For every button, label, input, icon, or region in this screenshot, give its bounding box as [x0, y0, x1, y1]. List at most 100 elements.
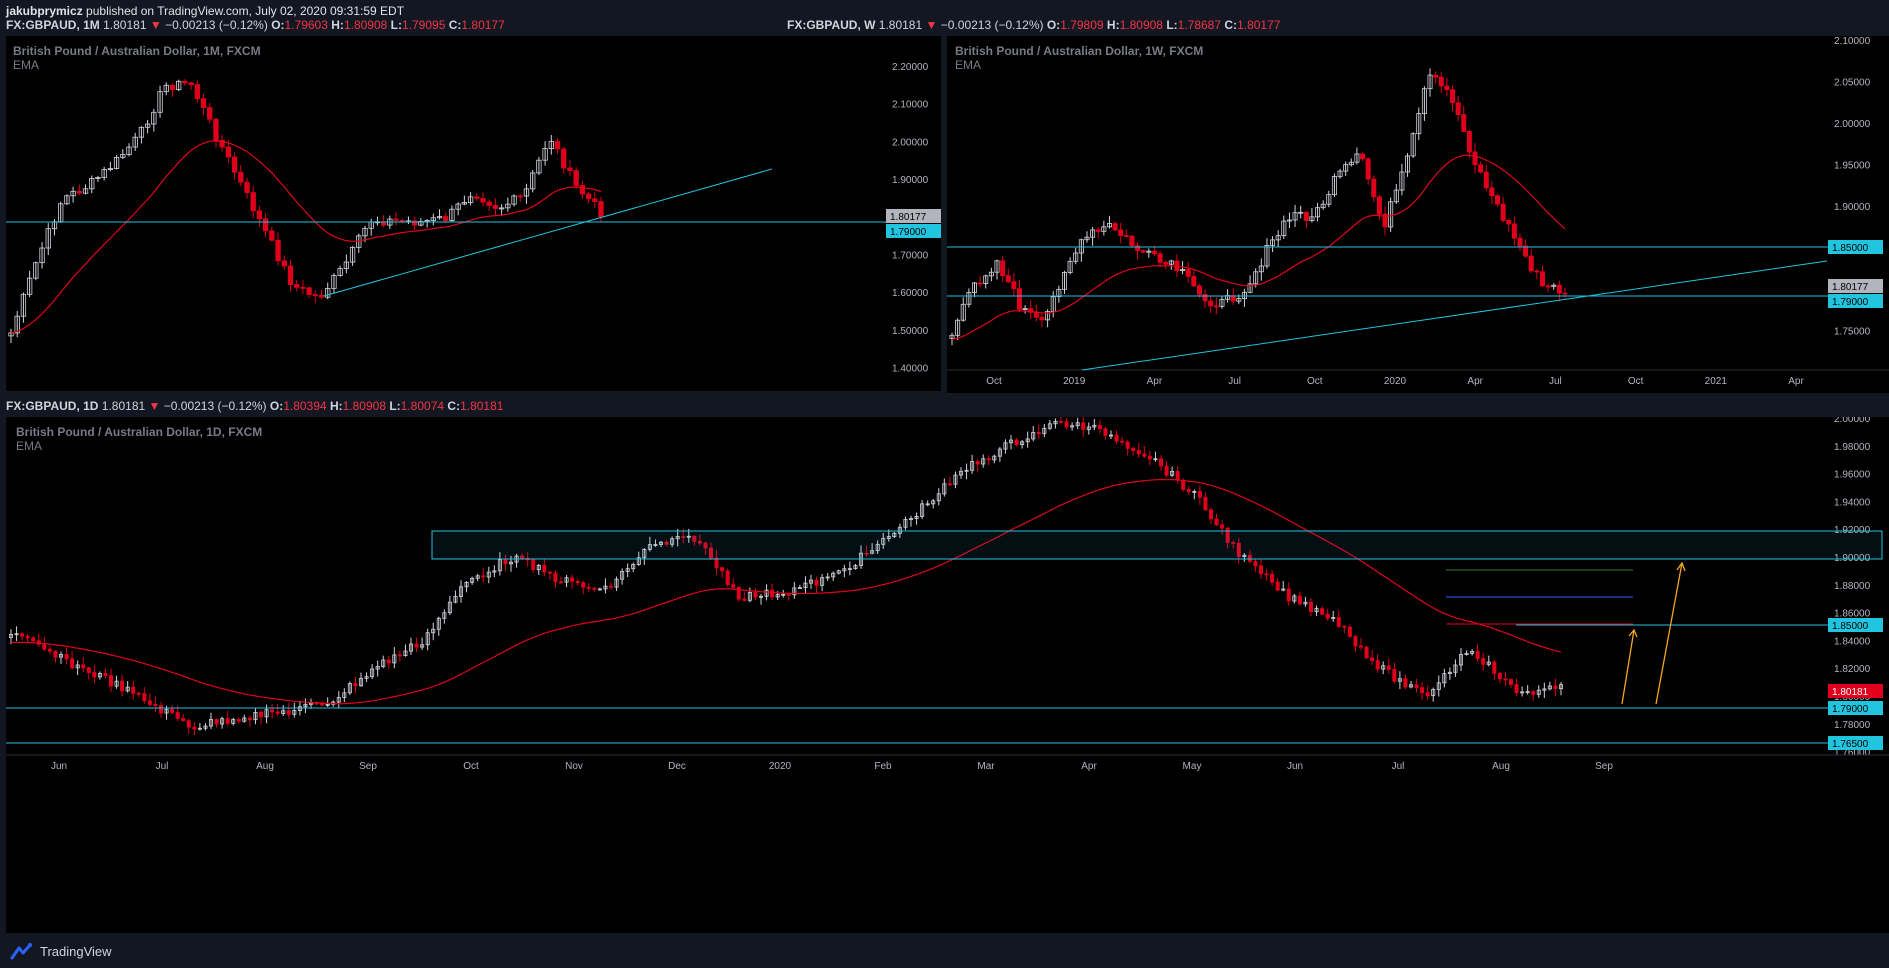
price-axis-label: 1.90000	[892, 175, 929, 186]
price-axis-label: 2.20000	[892, 62, 929, 73]
candle-body	[554, 141, 561, 150]
candle-body	[1553, 685, 1558, 690]
candle-body	[1253, 561, 1258, 567]
candle-body	[947, 483, 952, 486]
price-axis-label: 2.00000	[892, 137, 929, 148]
candle-body	[567, 167, 573, 171]
candle-body	[250, 192, 256, 212]
author-name[interactable]: jakubprymicz	[6, 4, 83, 18]
candle-body	[753, 592, 758, 598]
candle-body	[1376, 196, 1382, 215]
time-axis-label: Oct	[1628, 376, 1644, 387]
candle-body	[1375, 660, 1380, 670]
price-tag-label: 1.79000	[890, 227, 927, 238]
candle-body	[1208, 300, 1214, 307]
candle-body	[236, 719, 241, 722]
weekly-symbol[interactable]: FX:GBPAUD, W	[787, 18, 875, 32]
candle-body	[76, 190, 82, 194]
monthly-legend: FX:GBPAUD, 1M 1.80181 ▼ −0.00213 (−0.12%…	[6, 18, 505, 32]
candle-body	[1103, 428, 1108, 436]
price-tag-label: 1.80177	[1832, 282, 1869, 293]
monthly-chart[interactable]: 2.200002.100002.000001.900001.800001.700…	[6, 36, 941, 393]
time-axis-label: Oct	[1307, 376, 1323, 387]
time-axis-label: Jul	[1228, 376, 1241, 387]
arrow-up-2	[1655, 562, 1683, 705]
candle-body	[281, 260, 287, 267]
time-axis-label: 2021	[1705, 376, 1728, 387]
price-axis-label: 1.82000	[1834, 664, 1871, 675]
candle-body	[1016, 288, 1022, 310]
candle-body	[1365, 158, 1371, 180]
candle-body	[977, 282, 983, 285]
price-axis-label: 1.94000	[1834, 497, 1871, 508]
candle-body	[1259, 565, 1264, 575]
candle-body	[1444, 85, 1450, 91]
candle-body	[1509, 679, 1514, 685]
candle-body	[1534, 270, 1540, 273]
candle-body	[714, 557, 719, 569]
candle-body	[231, 156, 238, 173]
candle-body	[1147, 455, 1152, 460]
ema-line	[10, 140, 602, 334]
monthly-symbol[interactable]: FX:GBPAUD, 1M	[6, 18, 100, 32]
time-axis-label: May	[1183, 761, 1202, 772]
candle-body	[294, 284, 300, 288]
time-axis-label: 2020	[769, 761, 792, 772]
candle-body	[1364, 646, 1369, 659]
weekly-chart-pane[interactable]: British Pound / Australian Dollar, 1W, F…	[947, 36, 1889, 393]
candle-body	[1309, 601, 1314, 613]
candle-body	[486, 201, 492, 206]
candle-body	[186, 720, 191, 728]
candle-body	[386, 659, 391, 664]
price-axis-label: 1.50000	[892, 326, 929, 337]
candle-body	[1420, 687, 1425, 694]
candle-body	[1360, 153, 1366, 160]
candle-body	[286, 710, 291, 715]
candle-body	[169, 84, 176, 91]
daily-symbol[interactable]: FX:GBPAUD, 1D	[6, 399, 98, 413]
candle-body	[1353, 635, 1358, 647]
candle-body	[306, 287, 312, 295]
price-tag-label: 1.80181	[1832, 687, 1869, 698]
price-tag-label: 1.80177	[890, 212, 927, 223]
candle-body	[225, 146, 232, 158]
daily-chart-pane[interactable]: British Pound / Australian Dollar, 1D, F…	[6, 417, 1889, 933]
candle-body	[1151, 250, 1157, 255]
candle-body	[353, 683, 358, 687]
tradingview-logo[interactable]: TradingView	[10, 942, 112, 960]
daily-chart[interactable]: 2.000001.980001.960001.940001.920001.900…	[6, 417, 1889, 933]
candle-body	[770, 589, 775, 598]
candle-body	[147, 700, 152, 705]
candle-body	[1005, 275, 1011, 283]
candle-body	[207, 107, 213, 120]
candle-body	[1342, 625, 1347, 628]
candle-body	[109, 675, 114, 687]
candle-body	[1497, 672, 1502, 680]
candle-body	[1492, 661, 1497, 674]
candle-body	[575, 580, 580, 584]
price-axis-label: 1.98000	[1834, 442, 1871, 453]
candle-body	[270, 709, 275, 713]
candle-body	[1392, 669, 1397, 682]
publish-date: published on TradingView.com, July 02, 2…	[86, 4, 405, 18]
candle-body	[120, 680, 125, 692]
price-axis-label: 1.75000	[1834, 327, 1871, 338]
candle-body	[275, 239, 281, 262]
monthly-chart-pane[interactable]: British Pound / Australian Dollar, 1M, F…	[6, 36, 941, 393]
ema-line	[10, 478, 1562, 705]
candle-body	[1483, 171, 1489, 189]
price-tag-label: 1.79000	[1832, 297, 1869, 308]
weekly-chart[interactable]: 2.10000 2.05000 2.00000 1.95000 1.90000 1.850…	[947, 36, 1889, 393]
candle-body	[1511, 223, 1517, 239]
weekly-price: 1.80181	[878, 18, 923, 32]
price-tag-label: 1.85000	[1832, 621, 1869, 632]
candle-body	[1196, 285, 1202, 295]
candle-body	[443, 216, 449, 222]
candle-body	[269, 230, 275, 241]
candle-body	[786, 593, 791, 596]
candle-body	[742, 598, 747, 601]
candle-body	[1197, 491, 1202, 498]
candle-body	[1203, 496, 1208, 511]
candle-body	[1489, 187, 1495, 197]
candle-body	[318, 294, 325, 298]
